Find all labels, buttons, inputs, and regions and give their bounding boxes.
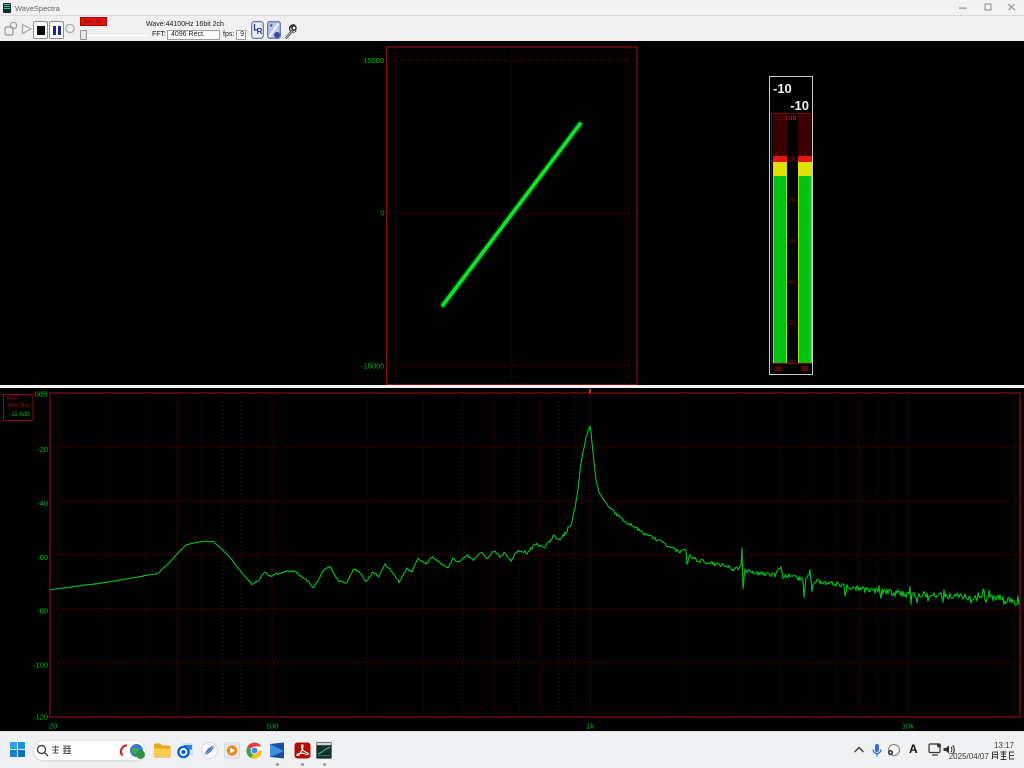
svg-text:R: R [257, 27, 263, 36]
svg-text:20: 20 [49, 722, 57, 731]
svg-text:0: 0 [380, 209, 384, 218]
svg-text:15000: 15000 [363, 56, 384, 65]
svg-text:-80: -80 [37, 607, 48, 616]
svg-text:100: 100 [266, 722, 279, 731]
svg-text:-100: -100 [33, 661, 48, 670]
svg-text:999.9Hz: 999.9Hz [8, 404, 30, 410]
svg-text:1k: 1k [586, 722, 594, 731]
svg-text:-120: -120 [33, 713, 48, 722]
svg-text:-11.6dB: -11.6dB [9, 412, 30, 418]
svg-text:-40: -40 [37, 499, 48, 508]
svg-text:0dB: 0dB [35, 390, 48, 399]
svg-text:-15000: -15000 [361, 362, 384, 371]
svg-text:-20: -20 [37, 445, 48, 454]
svg-text:Max.: Max. [7, 396, 19, 402]
svg-text:-60: -60 [37, 553, 48, 562]
svg-text:10k: 10k [902, 722, 914, 731]
